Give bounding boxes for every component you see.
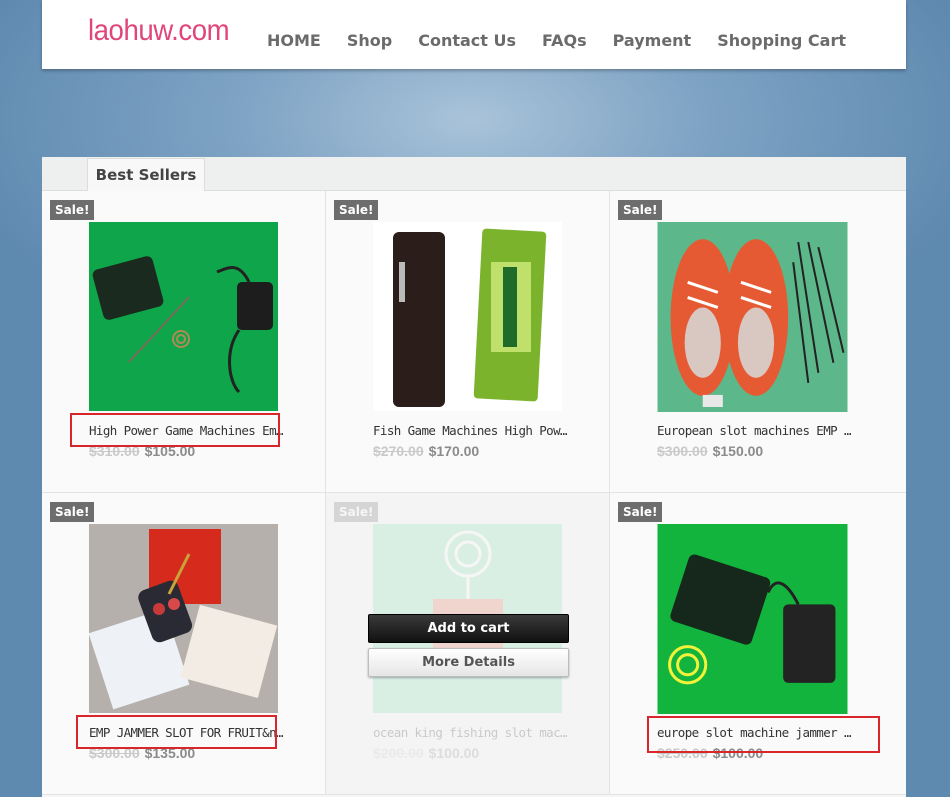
add-to-cart-button[interactable]: Add to cart (368, 614, 569, 643)
highlight-box (76, 715, 277, 749)
sale-badge: Sale! (50, 502, 95, 522)
main-nav: HOME Shop Contact Us FAQs Payment Shoppi… (267, 31, 846, 50)
product-image[interactable] (373, 222, 562, 411)
gum-device-image (373, 222, 562, 411)
jammer-green-image (89, 222, 278, 411)
sale-badge: Sale! (334, 200, 379, 220)
old-price: $200.00 (373, 745, 424, 761)
more-details-button[interactable]: More Details (368, 648, 569, 677)
nav-shopping-cart[interactable]: Shopping Cart (717, 31, 846, 50)
product-card[interactable]: Sale! Fish Game Machines High Power EMP.… (326, 191, 610, 493)
product-card[interactable]: Sale! EMP JAMMER SLOT FOR FRUIT&nbsp:...… (42, 493, 326, 795)
nav-home[interactable]: HOME (267, 31, 321, 50)
product-image[interactable] (657, 524, 848, 714)
product-name[interactable]: Fish Game Machines High Power EMP... (373, 423, 573, 438)
site-logo[interactable]: laohuw.com (88, 14, 230, 48)
product-price: $300.00 $150.00 (657, 443, 763, 459)
product-card[interactable]: Sale! High Power Game Machines Emp&nbs..… (42, 191, 326, 493)
nav-payment[interactable]: Payment (613, 31, 692, 50)
old-price: $270.00 (373, 443, 424, 459)
sale-badge: Sale! (50, 200, 95, 220)
tab-bar: Best Sellers (42, 157, 906, 191)
sale-badge: Sale! (618, 200, 663, 220)
product-card[interactable]: Sale! European slot machines EMP Jammer … (610, 191, 906, 493)
nav-shop[interactable]: Shop (347, 31, 392, 50)
cigarette-remote-image (89, 524, 278, 713)
product-price: $200.00 $100.00 (373, 745, 479, 761)
highlight-box (647, 716, 880, 753)
old-price: $300.00 (657, 443, 708, 459)
sale-price: $150.00 (712, 443, 764, 459)
sale-price: $100.00 (428, 745, 480, 761)
sale-price: $170.00 (428, 443, 480, 459)
sale-badge: Sale! (618, 502, 663, 522)
product-card-hovered[interactable]: Sale! ocean king fishing slot machine fo… (326, 493, 610, 795)
product-image[interactable] (89, 524, 278, 713)
site-header: laohuw.com HOME Shop Contact Us FAQs Pay… (42, 0, 906, 69)
highlight-box (70, 413, 280, 447)
best-sellers-panel: Best Sellers Sale! High Power Game Machi… (42, 157, 906, 797)
product-name[interactable]: ocean king fishing slot machine for Em..… (373, 725, 573, 740)
nav-faqs[interactable]: FAQs (542, 31, 587, 50)
product-card[interactable]: Sale! europe slot machine jammer for&nbs… (610, 493, 906, 795)
jammer-yellow-coil-image (657, 524, 848, 714)
shoes-image (657, 222, 848, 412)
product-price: $270.00 $170.00 (373, 443, 479, 459)
product-image[interactable] (89, 222, 278, 411)
product-image[interactable] (657, 222, 848, 412)
product-name[interactable]: European slot machines EMP Jammer 35... (657, 423, 857, 438)
sale-badge: Sale! (334, 502, 379, 522)
tab-best-sellers[interactable]: Best Sellers (87, 158, 205, 191)
nav-contact-us[interactable]: Contact Us (418, 31, 516, 50)
